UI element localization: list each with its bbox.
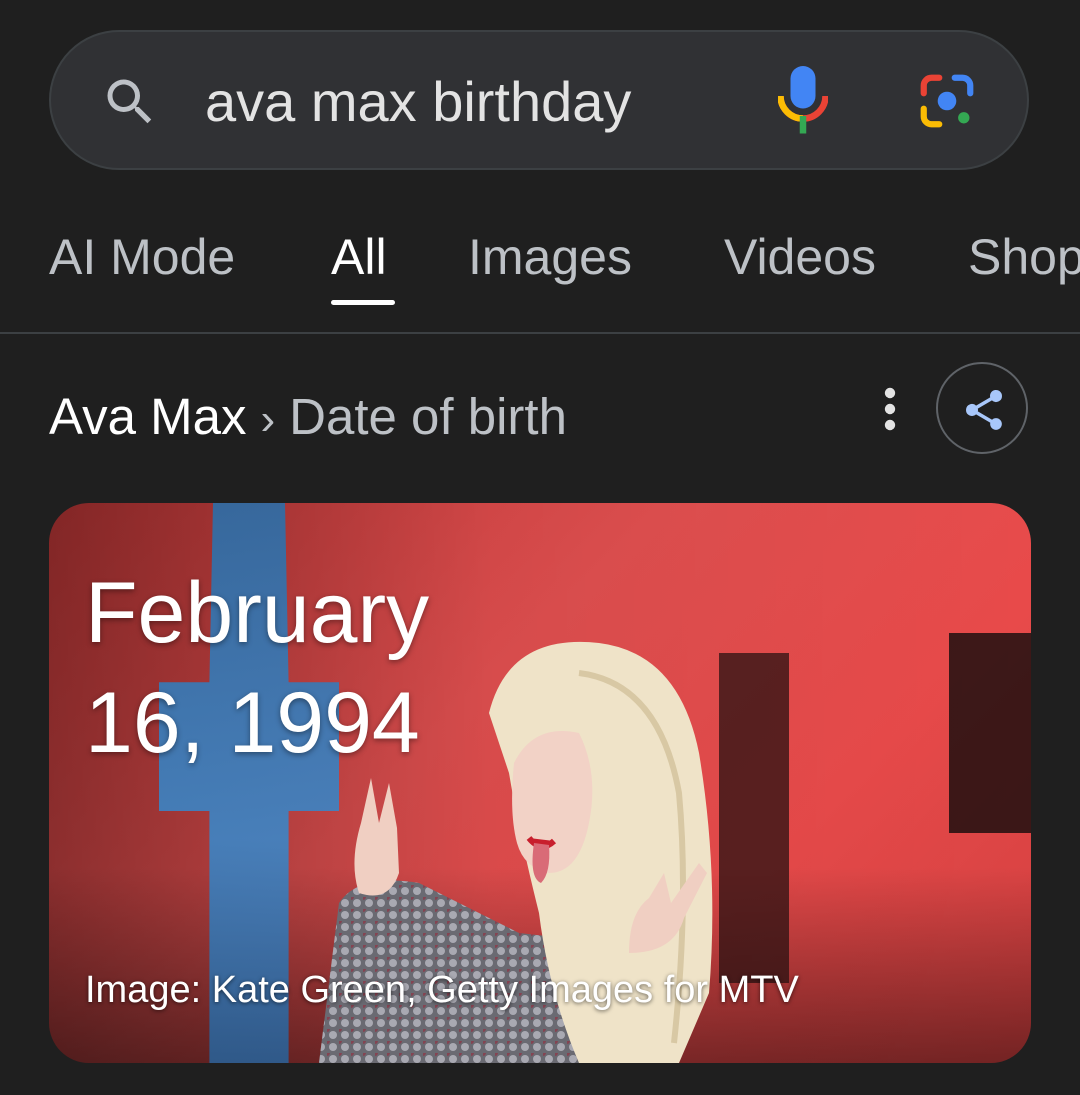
image-credit: Image: Kate Green, Getty Images for MTV [85,969,799,1011]
search-tabs: AI Mode All Images Videos Shop [0,200,1080,334]
birth-date-line1: February [85,565,430,661]
tab-shop[interactable]: Shop [968,228,1080,286]
breadcrumb-attribute: Date of birth [289,388,567,445]
birth-date: February 16, 1994 [85,558,585,778]
more-options-icon[interactable] [878,385,902,433]
tab-videos[interactable]: Videos [724,228,876,286]
google-lens-icon[interactable] [916,70,978,132]
share-icon [965,389,1003,430]
active-tab-indicator [331,300,395,305]
birth-date-line2: 16, 1994 [85,675,420,771]
breadcrumb-separator: › [260,395,276,444]
breadcrumb-entity[interactable]: Ava Max [49,388,246,445]
breadcrumb: Ava Max › Date of birth [49,387,567,446]
share-button[interactable] [936,362,1028,454]
search-icon [107,79,152,124]
tab-ai-mode[interactable]: AI Mode [49,228,235,286]
search-input[interactable]: ava max birthday [205,70,631,134]
tab-all[interactable]: All [331,228,387,286]
background-panel-shape [949,633,1031,833]
tab-images[interactable]: Images [468,228,632,286]
microphone-icon[interactable] [778,66,828,136]
answer-card[interactable]: February 16, 1994 Image: Kate Green, Get… [49,503,1031,1063]
